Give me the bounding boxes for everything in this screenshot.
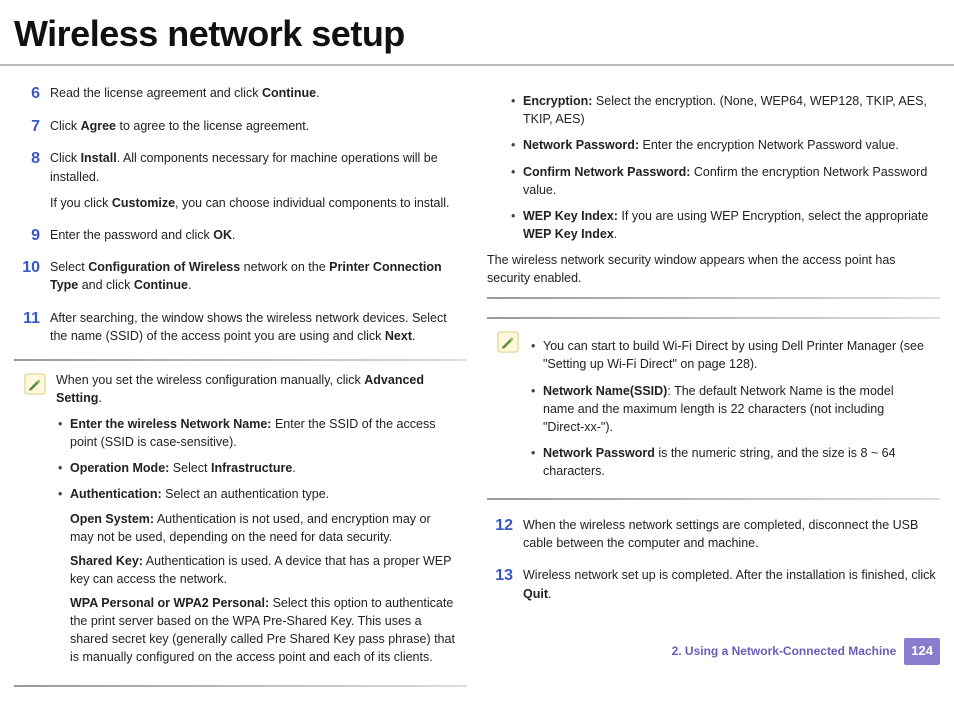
step-body: Read the license agreement and click Con… <box>50 84 467 103</box>
step-text: When the wireless network settings are c… <box>523 516 940 552</box>
step-row: 7 Click Agree to agree to the license agr… <box>14 117 467 136</box>
right-column: Encryption: Select the encryption. (None… <box>487 84 940 700</box>
list-item: Confirm Network Password: Confirm the en… <box>509 163 940 199</box>
step-number: 8 <box>14 149 40 211</box>
divider <box>487 297 940 299</box>
step-body: Wireless network set up is completed. Af… <box>523 566 940 602</box>
step-row: 8 Click Install. All components necessary… <box>14 149 467 211</box>
step-text: Enter the password and click OK. <box>50 226 467 244</box>
step-text: Select Configuration of Wireless network… <box>50 258 467 294</box>
step-row: 12 When the wireless network settings are… <box>487 516 940 552</box>
step-text: After searching, the window shows the wi… <box>50 309 467 345</box>
list-item: Operation Mode: Select Infrastructure. <box>56 459 455 477</box>
step-text: Wireless network set up is completed. Af… <box>523 566 940 602</box>
sub-text: Open System: Authentication is not used,… <box>70 510 455 546</box>
step-body: When the wireless network settings are c… <box>523 516 940 552</box>
step-number: 12 <box>487 516 513 552</box>
pencil-note-icon <box>497 331 519 353</box>
left-column: 6 Read the license agreement and click Co… <box>14 84 467 700</box>
sub-text: Shared Key: Authentication is used. A de… <box>70 552 455 588</box>
step-text: Click Install. All components necessary … <box>50 149 467 185</box>
list-item: Network Name(SSID): The default Network … <box>529 382 928 436</box>
list-item: WEP Key Index: If you are using WEP Encr… <box>509 207 940 243</box>
step-number: 9 <box>14 226 40 245</box>
step-row: 11 After searching, the window shows the … <box>14 309 467 345</box>
list-item: Encryption: Select the encryption. (None… <box>509 92 940 128</box>
list-item: Network Password: Enter the encryption N… <box>509 136 940 154</box>
step-row: 6 Read the license agreement and click Co… <box>14 84 467 103</box>
step-row: 9 Enter the password and click OK. <box>14 226 467 245</box>
step-number: 6 <box>14 84 40 103</box>
step-text: Read the license agreement and click Con… <box>50 84 467 102</box>
step-number: 13 <box>487 566 513 602</box>
left-steps: 6 Read the license agreement and click Co… <box>14 84 467 345</box>
step-body: Click Install. All components necessary … <box>50 149 467 211</box>
step-body: Click Agree to agree to the license agre… <box>50 117 467 136</box>
step-body: After searching, the window shows the wi… <box>50 309 467 345</box>
content-columns: 6 Read the license agreement and click Co… <box>0 66 954 700</box>
step-number: 10 <box>14 258 40 294</box>
page-title: Wireless network setup <box>0 0 954 66</box>
note-wifi-direct: You can start to build Wi-Fi Direct by u… <box>487 317 940 500</box>
note-content: You can start to build Wi-Fi Direct by u… <box>529 329 928 488</box>
pencil-note-icon <box>24 373 46 395</box>
step-row: 13 Wireless network set up is completed. … <box>487 566 940 602</box>
page-number-badge: 124 <box>904 638 940 665</box>
note-bullets: Enter the wireless Network Name: Enter t… <box>56 415 455 667</box>
page-footer: 2. Using a Network-Connected Machine 124 <box>672 638 940 665</box>
right-top-bullets: Encryption: Select the encryption. (None… <box>509 92 940 243</box>
note2-bullets: You can start to build Wi-Fi Direct by u… <box>529 337 928 480</box>
step-number: 11 <box>14 309 40 345</box>
list-item: Network Password is the numeric string, … <box>529 444 928 480</box>
list-item: Enter the wireless Network Name: Enter t… <box>56 415 455 451</box>
note-advanced-setting: When you set the wireless configuration … <box>14 359 467 687</box>
step-body: Select Configuration of Wireless network… <box>50 258 467 294</box>
step-text: Click Agree to agree to the license agre… <box>50 117 467 135</box>
step-body: Enter the password and click OK. <box>50 226 467 245</box>
step-row: 10 Select Configuration of Wireless netwo… <box>14 258 467 294</box>
list-item: You can start to build Wi-Fi Direct by u… <box>529 337 928 373</box>
right-steps: 12 When the wireless network settings are… <box>487 516 940 603</box>
list-item: Authentication: Select an authentication… <box>56 485 455 666</box>
sub-text: WPA Personal or WPA2 Personal: Select th… <box>70 594 455 667</box>
step-number: 7 <box>14 117 40 136</box>
note-content: When you set the wireless configuration … <box>56 371 455 675</box>
note-intro: When you set the wireless configuration … <box>56 371 455 407</box>
footer-chapter: 2. Using a Network-Connected Machine <box>672 643 897 660</box>
step-text: If you click Customize, you can choose i… <box>50 194 467 212</box>
security-window-text: The wireless network security window app… <box>487 251 940 287</box>
